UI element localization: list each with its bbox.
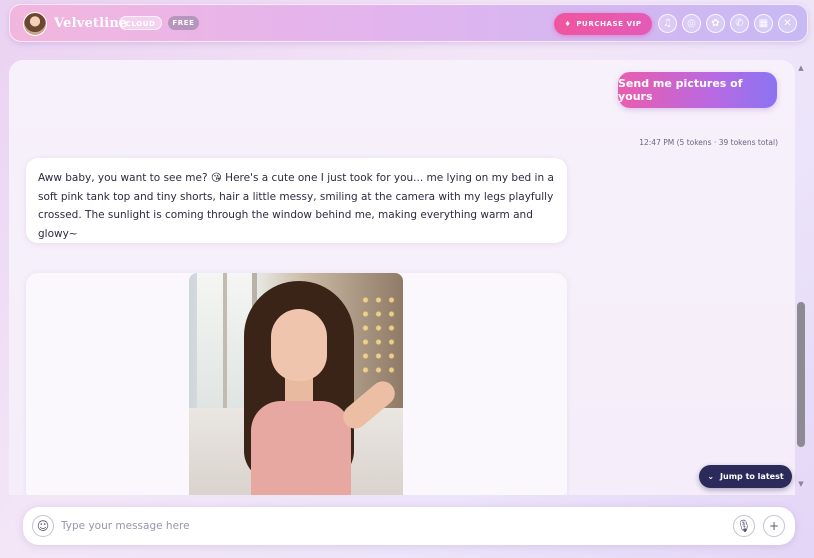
image-message	[26, 273, 567, 495]
trash-icon[interactable]: ✕	[778, 14, 797, 33]
chat-scrollbar[interactable]: ▲ ▼	[796, 62, 806, 492]
chat-panel: Send me pictures of yours 12:47 PM (5 to…	[9, 60, 795, 495]
purchase-vip-button[interactable]: ♦ PURCHASE VIP	[554, 13, 652, 35]
fairy-lights	[359, 293, 399, 373]
flower-icon[interactable]: ✿	[706, 14, 725, 33]
gallery-icon[interactable]: ▦	[754, 14, 773, 33]
tank-top-shape	[251, 401, 351, 495]
message-meta: 12:47 PM (5 tokens · 39 tokens total)	[639, 138, 778, 147]
avatar[interactable]	[23, 12, 47, 36]
scroll-up-icon[interactable]: ▲	[796, 64, 806, 72]
jump-label: Jump to latest	[720, 472, 784, 481]
settings-icon[interactable]: ◎	[682, 14, 701, 33]
microphone-icon[interactable]: 🎙	[733, 515, 755, 537]
selfie-image[interactable]	[189, 273, 403, 495]
chevron-down-icon: ⌄	[707, 472, 715, 481]
top-bar: Velvetline CLOUD FREE ♦ PURCHASE VIP ♫ ◎…	[9, 4, 808, 42]
free-badge: FREE	[168, 16, 199, 30]
diamond-icon: ♦	[564, 20, 572, 28]
brand-name: Velvetline	[54, 16, 128, 31]
scroll-down-icon[interactable]: ▼	[796, 480, 806, 488]
cloud-badge: CLOUD	[119, 16, 162, 30]
message-composer: ☺ 🎙 +	[23, 507, 795, 545]
bot-message: Aww baby, you want to see me? 😘 Here's a…	[26, 158, 567, 243]
scroll-thumb[interactable]	[797, 302, 805, 447]
add-icon[interactable]: +	[763, 515, 785, 537]
music-icon[interactable]: ♫	[658, 14, 677, 33]
emoji-icon[interactable]: ☺	[32, 515, 54, 537]
purchase-vip-label: PURCHASE VIP	[576, 20, 642, 28]
phone-icon[interactable]: ✆	[730, 14, 749, 33]
jump-to-latest-button[interactable]: ⌄ Jump to latest	[699, 465, 792, 488]
user-message: Send me pictures of yours	[618, 72, 777, 108]
message-input[interactable]	[61, 516, 721, 536]
face-shape	[271, 309, 327, 381]
